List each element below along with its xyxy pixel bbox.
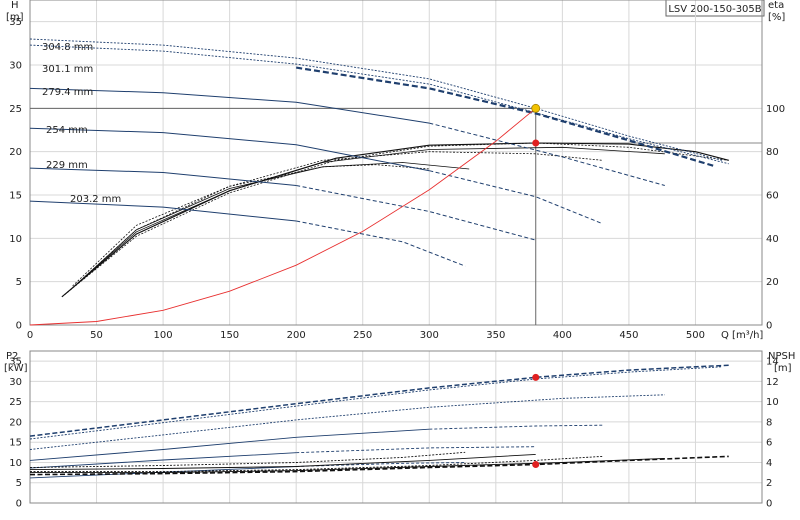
npsh-curve-203-2-mm: [29, 451, 466, 468]
top-ytick-right-40: 40: [766, 234, 779, 245]
duty-point-power: [532, 373, 540, 381]
bottom-ytick-left-25: 25: [9, 397, 22, 408]
top-xtick-500: 500: [686, 330, 705, 341]
power-curve-254-mm-dashed: [429, 424, 603, 430]
top-ytick-right-80: 80: [766, 147, 779, 158]
head-efficiency-plot: 051015202530350204060801000 50 100 150 200 25…: [9, 0, 785, 341]
head-curve-203-2-mm-dashed: [296, 220, 466, 267]
top-ytick-left-35: 35: [9, 17, 22, 28]
duty-point-head: [531, 103, 541, 113]
power-curve-229-mm-dashed: [296, 446, 536, 454]
bottom-ytick-right-0: 0: [766, 499, 772, 510]
duty-point-efficiency: [532, 139, 540, 147]
top-xtick-100: 100: [154, 330, 173, 341]
top-xtick-350: 350: [486, 330, 505, 341]
curve-label-279-4-mm: 279.4 mm: [42, 87, 93, 98]
efficiency-curve-254-mm: [67, 151, 603, 293]
head-curve-301-1-mm: [29, 44, 729, 165]
bottom-ytick-right-6: 6: [766, 438, 772, 449]
top-ytick-left-15: 15: [9, 191, 22, 202]
bottom-ytick-left-35: 35: [9, 357, 22, 368]
power-curve-301-1-mm: [29, 366, 723, 440]
top-ytick-right-0: 0: [766, 321, 772, 332]
curve-label-229-mm: 229 mm: [46, 160, 88, 171]
npsh-curve-304-8-mm: [29, 455, 729, 476]
top-xtick-400: 400: [553, 330, 572, 341]
bottom-ytick-left-20: 20: [9, 417, 22, 428]
top-xtick-250: 250: [353, 330, 372, 341]
top-xtick-50: 50: [90, 330, 103, 341]
bottom-ytick-left-15: 15: [9, 438, 22, 449]
curve-label-304-8-mm: 304.8 mm: [42, 42, 93, 53]
bottom-ytick-right-4: 4: [766, 458, 772, 469]
y-right-label-top: eta [%]: [768, 0, 787, 23]
chart-title: LSV 200-150-305B: [668, 4, 761, 15]
top-xtick-150: 150: [220, 330, 239, 341]
head-curve-304-8-mm: [29, 38, 723, 161]
top-ytick-left-25: 25: [9, 104, 22, 115]
efficiency-curve-229-mm: [69, 162, 470, 291]
top-ytick-right-100: 100: [766, 104, 785, 115]
head-curve-229-mm-dashed: [296, 185, 536, 241]
top-xtick-200: 200: [287, 330, 306, 341]
system-curve: [29, 107, 536, 326]
top-xtick-300: 300: [420, 330, 439, 341]
top-ytick-left-0: 0: [16, 321, 22, 332]
bottom-ytick-left-0: 0: [16, 499, 22, 510]
top-ytick-left-5: 5: [16, 277, 22, 288]
bottom-ytick-left-10: 10: [9, 458, 22, 469]
bottom-ytick-right-8: 8: [766, 417, 772, 428]
efficiency-curve-203-2-mm: [72, 164, 430, 287]
y-right-label-line1: eta: [768, 0, 784, 11]
power-npsh-plot: 0 5 10 15 20 25 30 35 0 2 4 6 8 10 12 14: [9, 350, 779, 510]
title-badge: LSV 200-150-305B: [665, 0, 765, 17]
head-curve-279-4-mm-dashed: [429, 122, 665, 186]
top-xtick-450: 450: [619, 330, 638, 341]
pump-performance-chart: LSV 200-150-305B H [m] eta [%] Q [m³/h] …: [4, 0, 795, 510]
bottom-ytick-left-5: 5: [16, 478, 22, 489]
curve-label-254-mm: 254 mm: [46, 125, 88, 136]
y-right-label-line2: [%]: [768, 12, 785, 23]
top-ytick-left-10: 10: [9, 234, 22, 245]
y-left-label-line1: H: [11, 0, 19, 11]
bottom-ytick-right-2: 2: [766, 478, 772, 489]
bottom-ytick-right-12: 12: [766, 377, 779, 388]
curve-label-203-2-mm: 203.2 mm: [70, 194, 121, 205]
bottom-frame: [29, 350, 763, 504]
head-curve-254-mm-dashed: [429, 170, 603, 225]
bottom-ytick-left-30: 30: [9, 377, 22, 388]
curve-label-301-1-mm: 301.1 mm: [42, 64, 93, 75]
power-curve-304-8-mm: [29, 364, 729, 437]
top-ytick-right-20: 20: [766, 277, 779, 288]
top-xtick-0: 0: [27, 330, 33, 341]
top-ytick-left-30: 30: [9, 61, 22, 72]
bottom-ytick-right-10: 10: [766, 397, 779, 408]
x-axis-label: Q [m³/h]: [721, 330, 763, 341]
duty-point-npsh: [532, 460, 540, 468]
top-ytick-right-60: 60: [766, 191, 779, 202]
bottom-ytick-right-14: 14: [766, 357, 779, 368]
top-ytick-left-20: 20: [9, 147, 22, 158]
